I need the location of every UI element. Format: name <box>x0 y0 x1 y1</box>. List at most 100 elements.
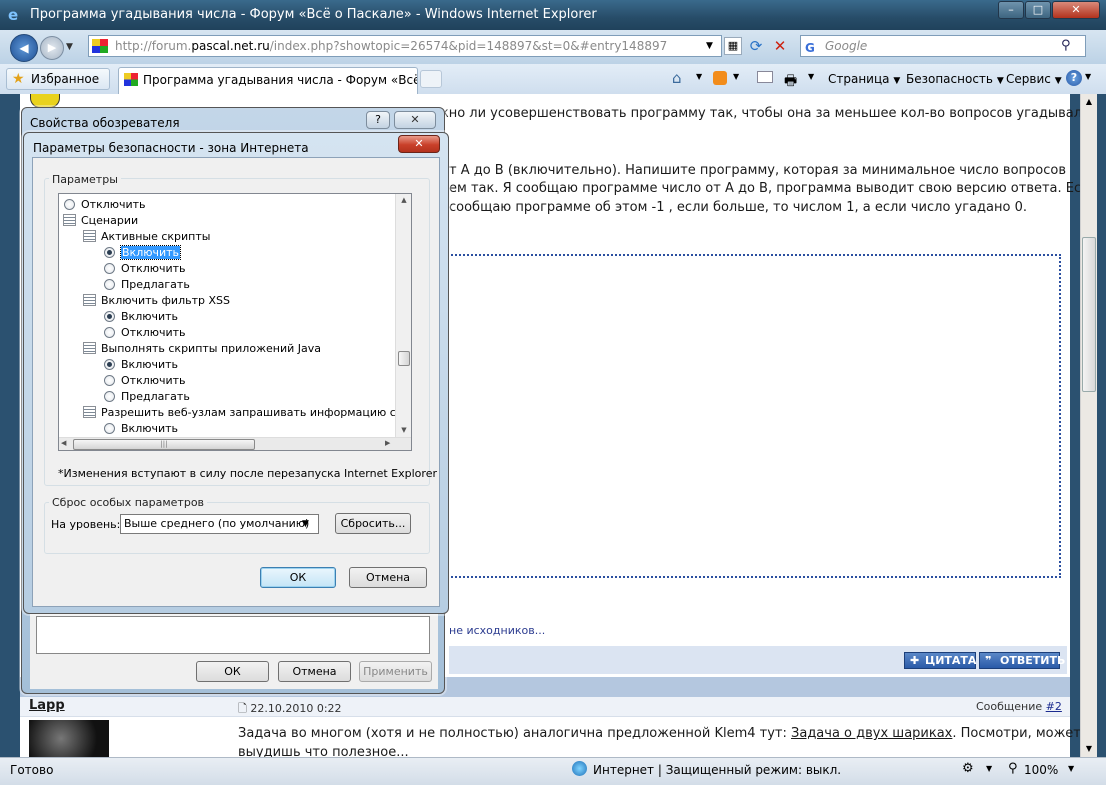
settings-option[interactable]: Включить <box>103 421 178 436</box>
address-dropdown-icon[interactable]: ▼ <box>706 41 713 51</box>
settings-option[interactable]: Предлагать <box>103 389 190 404</box>
zoom-dropdown-icon[interactable]: ▼ <box>1068 764 1074 773</box>
quote-button[interactable]: ✚ ЦИТАТА <box>904 652 976 669</box>
history-dropdown-icon[interactable]: ▼ <box>66 42 73 52</box>
settings-item-label: Включить <box>121 422 179 435</box>
back-button[interactable]: ◀ <box>10 34 38 62</box>
radio-button[interactable] <box>104 247 115 258</box>
settings-category: Разрешить веб-узлам запрашивать информац… <box>83 405 411 420</box>
radio-button[interactable] <box>64 199 75 210</box>
minimize-button[interactable]: – <box>998 1 1024 19</box>
address-input[interactable]: http://forum.pascal.net.ru/index.php?sho… <box>88 35 722 57</box>
tools-menu-label: Сервис <box>1006 72 1051 86</box>
radio-button[interactable] <box>104 279 115 290</box>
list-hscroll-thumb[interactable]: ||| <box>73 439 255 450</box>
help-button[interactable]: ? <box>366 111 390 129</box>
home-icon[interactable]: ⌂ <box>672 69 682 87</box>
post-date: 🗋 22.10.2010 0:22 <box>238 700 342 719</box>
feeds-dropdown-icon[interactable]: ▼ <box>733 72 739 81</box>
page-scrollbar[interactable]: ▲ ▼ <box>1080 94 1097 758</box>
settings-option[interactable]: Включить <box>103 357 178 372</box>
settings-option[interactable]: Предлагать <box>103 277 190 292</box>
scroll-down-icon[interactable]: ▼ <box>396 426 411 434</box>
print-dropdown-icon[interactable]: ▼ <box>808 72 814 81</box>
zoom-level[interactable]: 100% <box>1024 763 1058 777</box>
settings-item-label: Предлагать <box>121 390 190 403</box>
radio-button[interactable] <box>104 263 115 274</box>
scroll-right-icon[interactable]: ▶ <box>385 439 390 447</box>
list-scroll-thumb[interactable] <box>398 351 410 366</box>
status-dropdown-icon[interactable]: ▼ <box>986 764 992 773</box>
settings-option[interactable]: Включить <box>103 309 178 324</box>
search-input[interactable]: G Google ⚲ <box>800 35 1086 57</box>
search-placeholder: Google <box>825 39 868 53</box>
radio-button[interactable] <box>104 311 115 322</box>
post-number: Сообщение #2 <box>976 700 1062 713</box>
post-body-link[interactable]: Задача о двух шариках <box>791 726 952 741</box>
mail-icon[interactable] <box>757 71 773 83</box>
post-number-label: Сообщение <box>976 700 1043 713</box>
settings-option[interactable]: Отключить <box>103 373 186 388</box>
reply-button[interactable]: ❞ ОТВЕТИТЬ <box>979 652 1065 669</box>
security-menu[interactable]: Безопасность ▼ <box>906 72 1004 86</box>
scroll-thumb[interactable] <box>1082 237 1096 392</box>
security-ok-button[interactable]: ОК <box>260 567 336 588</box>
settings-category: Включить фильтр XSS <box>83 293 230 308</box>
scroll-up-icon[interactable]: ▲ <box>396 196 411 204</box>
refresh-icon[interactable]: ⟳ <box>746 37 766 55</box>
help-dropdown-icon[interactable]: ▼ <box>1085 72 1091 81</box>
site-favicon-icon <box>92 39 108 53</box>
security-menu-label: Безопасность <box>906 72 993 86</box>
options-ok-button[interactable]: ОК <box>196 661 269 682</box>
settings-category: Выполнять скрипты приложений Java <box>83 341 321 356</box>
settings-option[interactable]: Отключить <box>103 261 186 276</box>
tools-menu[interactable]: Сервис ▼ <box>1006 72 1062 86</box>
settings-option[interactable]: Отключить <box>103 325 186 340</box>
post-number-link[interactable]: #2 <box>1046 700 1062 713</box>
favorites-button[interactable]: ★ Избранное <box>6 68 110 90</box>
print-icon[interactable]: 🖶 <box>784 70 797 94</box>
security-cancel-button[interactable]: Отмена <box>349 567 427 588</box>
settings-item-label: Активные скрипты <box>101 230 211 243</box>
feeds-icon[interactable] <box>713 71 727 85</box>
compatibility-view-icon[interactable]: ▦ <box>724 37 742 55</box>
level-select-value: Выше среднего (по умолчанию) <box>124 517 310 530</box>
security-zone-text[interactable]: Интернет | Защищенный режим: выкл. <box>593 763 841 777</box>
zoom-icon[interactable]: ⚲ <box>1008 761 1018 776</box>
radio-button[interactable] <box>104 423 115 434</box>
internet-options-title: Свойства обозревателя <box>30 116 180 130</box>
radio-button[interactable] <box>104 359 115 370</box>
protected-mode-icon[interactable]: ⚙ <box>962 761 974 776</box>
close-icon[interactable]: ✕ <box>398 135 440 153</box>
home-dropdown-icon[interactable]: ▼ <box>696 72 702 81</box>
radio-button[interactable] <box>104 391 115 402</box>
close-icon[interactable]: ✕ <box>394 111 436 129</box>
tab-title: Программа угадывания числа - Форум «Всё … <box>143 73 418 87</box>
scroll-up-icon[interactable]: ▲ <box>1081 94 1097 110</box>
settings-option[interactable]: Включить <box>103 245 182 260</box>
scroll-left-icon[interactable]: ◀ <box>61 439 66 447</box>
sources-link[interactable]: не исходников... <box>449 624 545 637</box>
stop-icon[interactable]: ✕ <box>770 37 790 55</box>
radio-button[interactable] <box>104 327 115 338</box>
reset-button[interactable]: Сбросить... <box>335 513 411 534</box>
close-window-button[interactable]: ✕ <box>1052 1 1100 19</box>
settings-group-label: Параметры <box>49 173 121 186</box>
search-icon[interactable]: ⚲ <box>1061 36 1071 56</box>
list-vertical-scrollbar[interactable]: ▲ ▼ <box>395 194 411 437</box>
plus-icon: ✚ <box>910 654 920 667</box>
forward-button[interactable]: ▶ <box>40 36 64 60</box>
scroll-down-icon[interactable]: ▼ <box>1081 741 1097 757</box>
list-horizontal-scrollbar[interactable]: ◀ ||| ▶ <box>59 437 411 450</box>
new-tab-button[interactable] <box>420 70 442 88</box>
page-menu[interactable]: Страница ▼ <box>828 72 900 86</box>
radio-button[interactable] <box>104 375 115 386</box>
options-cancel-button[interactable]: Отмена <box>278 661 351 682</box>
settings-option[interactable]: Отключить <box>63 197 146 212</box>
settings-list[interactable]: Отключить Сценарии Активные скрипты Включит… <box>58 193 412 451</box>
maximize-button[interactable]: □ <box>1025 1 1051 19</box>
level-select[interactable]: Выше среднего (по умолчанию) ▼ <box>120 514 319 534</box>
help-icon[interactable]: ? <box>1066 70 1082 86</box>
tab-active[interactable]: Программа угадывания числа - Форум «Всё … <box>118 67 418 94</box>
post-author-link[interactable]: Lapp <box>29 698 65 713</box>
